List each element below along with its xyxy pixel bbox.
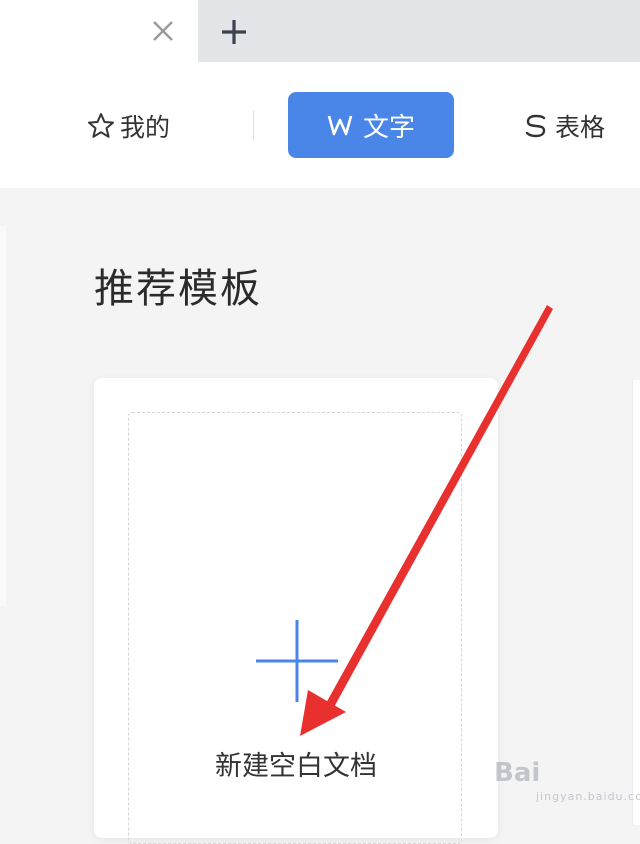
new-tab-button[interactable] — [216, 14, 252, 50]
star-icon — [88, 113, 114, 138]
plus-icon[interactable] — [254, 618, 340, 704]
category-mine[interactable]: 我的 — [86, 108, 170, 144]
category-writer-label: 文字 — [362, 112, 415, 143]
plus-icon — [222, 20, 246, 44]
new-blank-document-label[interactable]: 新建空白文档 — [94, 744, 498, 783]
sheet-icon — [525, 114, 547, 138]
category-divider — [253, 110, 254, 140]
left-edge-strip — [0, 226, 6, 606]
close-icon[interactable] — [146, 14, 180, 48]
watermark-text: Bai — [494, 758, 541, 788]
category-writer[interactable]: 文字 — [288, 92, 454, 158]
section-title: 推荐模板 — [94, 266, 262, 312]
writer-icon — [327, 113, 353, 137]
watermark-sub: jingyan.baidu.com — [536, 790, 640, 803]
category-sheet-label: 表格 — [555, 113, 606, 142]
category-mine-label: 我的 — [120, 113, 171, 142]
tab-strip-empty — [198, 0, 640, 62]
category-sheet[interactable]: 表格 — [525, 108, 605, 144]
next-template-card[interactable] — [632, 380, 640, 825]
tab-strip — [0, 0, 640, 62]
baidu-watermark: Bai jingyan.baidu.com — [488, 752, 640, 812]
